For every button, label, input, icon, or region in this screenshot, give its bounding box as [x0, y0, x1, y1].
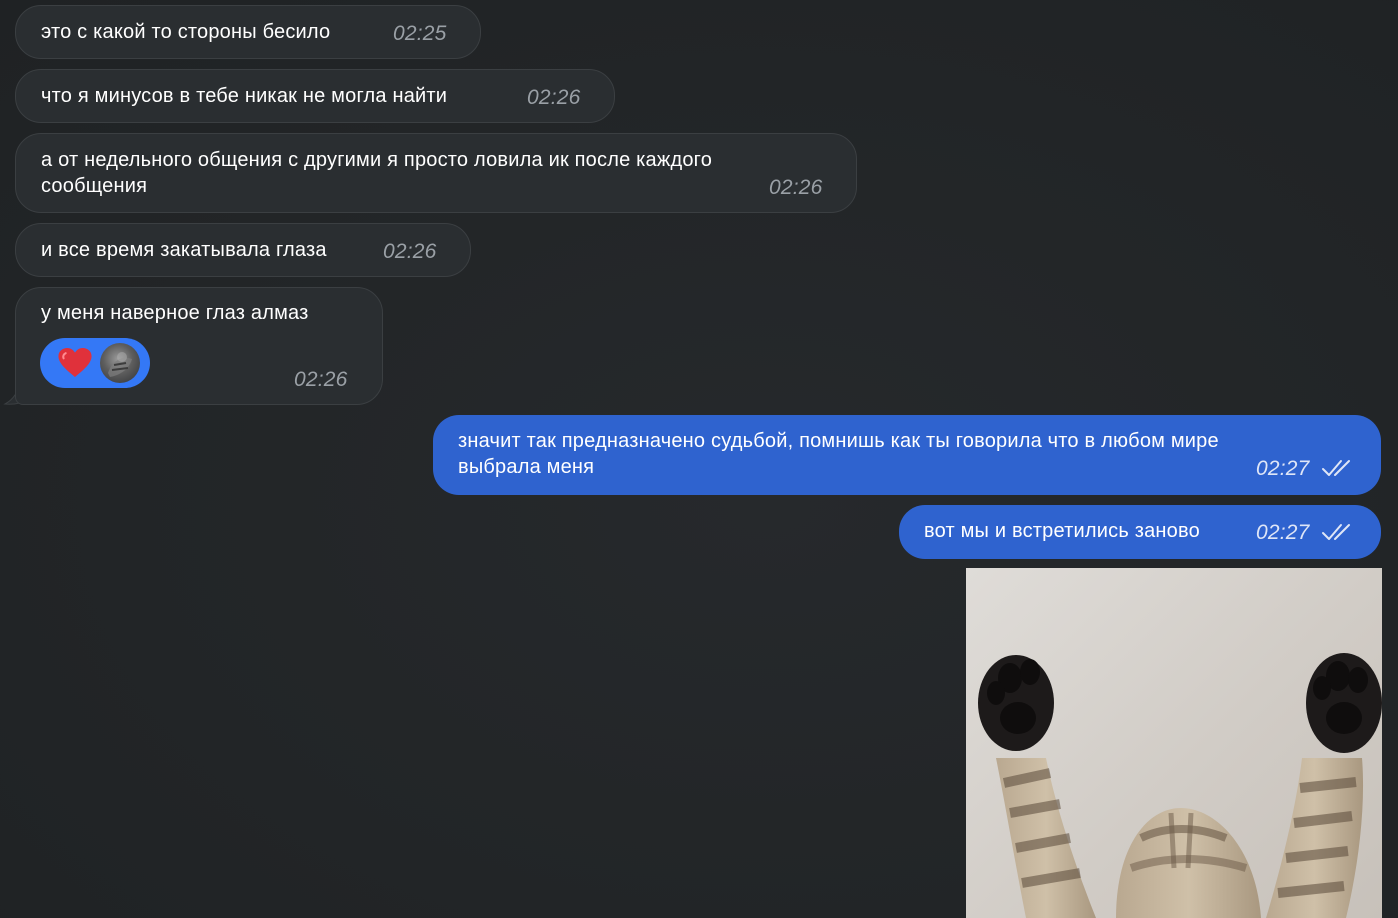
- incoming-message[interactable]: и все время закатывала глаза 02:26: [15, 223, 471, 277]
- chat-area: это с какой то стороны бесило 02:25 что …: [0, 0, 1398, 918]
- message-time: 02:26: [383, 240, 437, 263]
- outgoing-message[interactable]: значит так предназначено судьбой, помниш…: [433, 415, 1381, 495]
- incoming-message[interactable]: у меня наверное глаз алмаз 02:26: [15, 287, 383, 405]
- message-text: это с какой то стороны бесило: [41, 21, 331, 43]
- message-text: у меня наверное глаз алмаз: [41, 302, 309, 324]
- reactor-avatar: [100, 343, 140, 383]
- message-text: что я минусов в тебе никак не могла найт…: [41, 85, 448, 107]
- read-checkmarks-icon: [1322, 524, 1350, 540]
- heart-icon: [58, 348, 92, 377]
- outgoing-message[interactable]: вот мы и встретились заново 02:27: [899, 505, 1381, 559]
- incoming-message[interactable]: а от недельного общения с другими я прос…: [15, 133, 857, 213]
- message-time: 02:27: [1256, 521, 1310, 544]
- message-time: 02:26: [769, 176, 823, 199]
- cat-image: [978, 653, 1382, 918]
- message-text: и все время закатывала глаза: [41, 239, 327, 261]
- message-text-line-1: значит так предназначено судьбой, помниш…: [458, 430, 1219, 452]
- message-text: вот мы и встретились заново: [924, 520, 1200, 542]
- message-time: 02:26: [527, 86, 581, 109]
- reaction-pill[interactable]: [40, 338, 150, 388]
- message-text-line-2: сообщения: [41, 175, 148, 197]
- message-text-line-2: выбрала меня: [458, 456, 595, 478]
- message-time: 02:26: [294, 368, 348, 391]
- media-photo[interactable]: [966, 568, 1382, 918]
- incoming-message[interactable]: это с какой то стороны бесило 02:25: [15, 5, 481, 59]
- message-time: 02:25: [393, 22, 447, 45]
- message-time: 02:27: [1256, 457, 1310, 480]
- incoming-message[interactable]: что я минусов в тебе никак не могла найт…: [15, 69, 615, 123]
- message-text-line-1: а от недельного общения с другими я прос…: [41, 149, 713, 171]
- read-checkmarks-icon: [1322, 460, 1350, 476]
